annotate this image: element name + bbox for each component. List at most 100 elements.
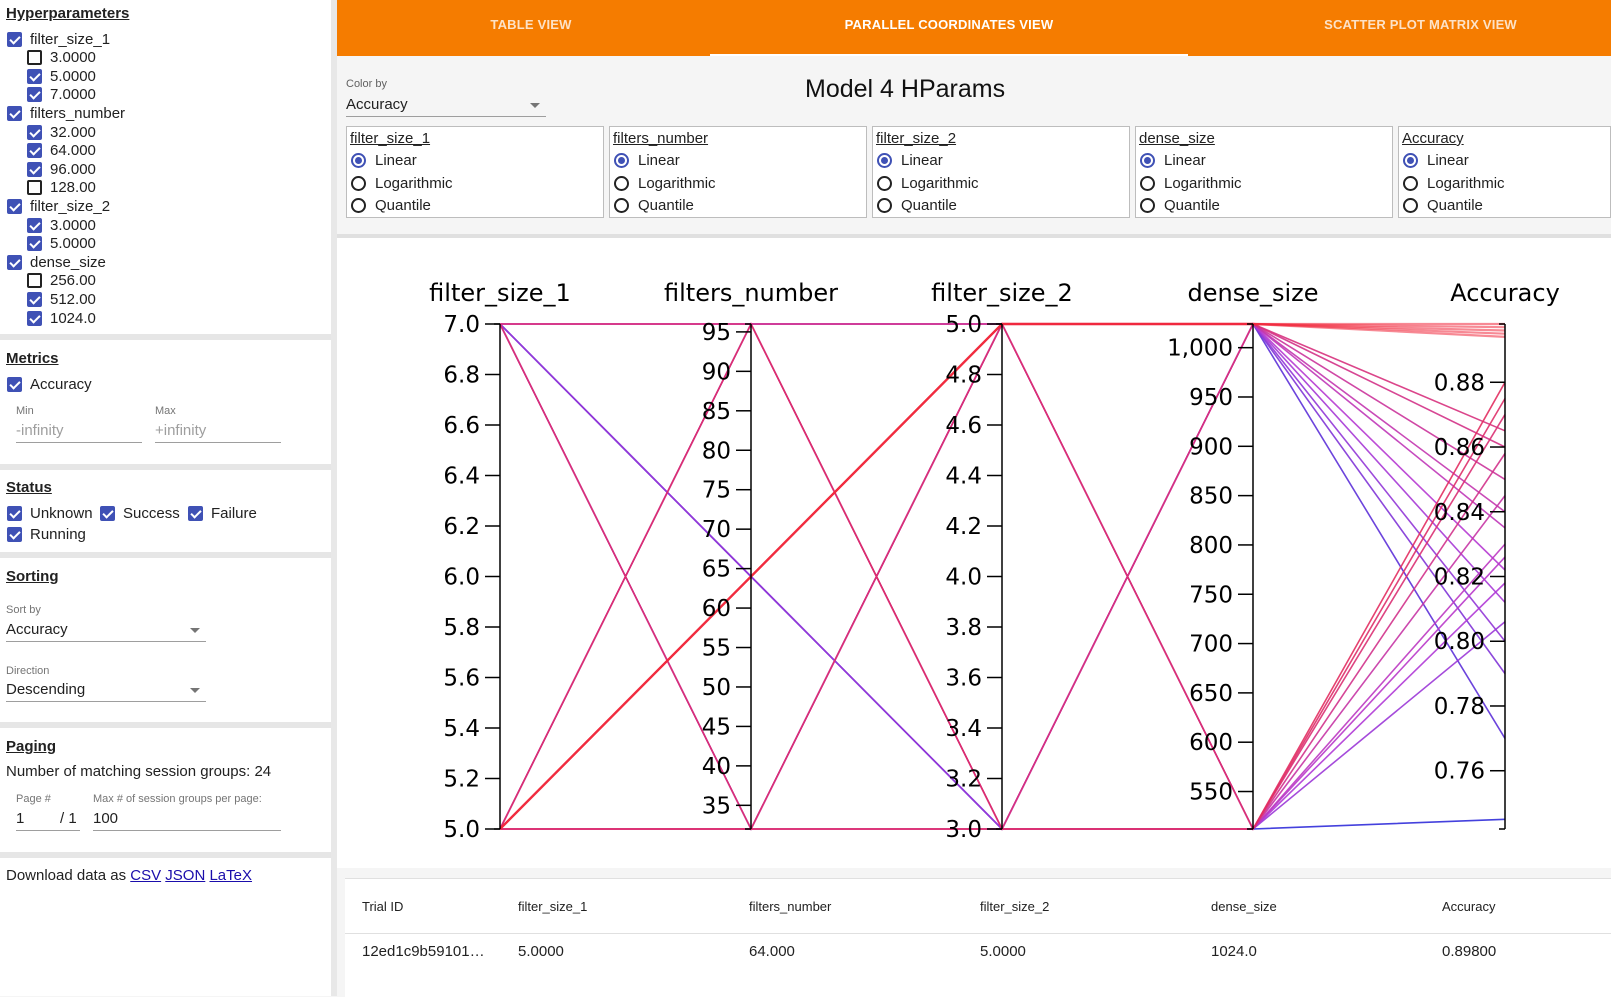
tab-table-view[interactable]: TABLE VIEW (337, 0, 725, 56)
scale-option-logarithmic[interactable]: Logarithmic (1140, 175, 1242, 192)
checkbox-icon[interactable] (7, 31, 22, 47)
scale-option-quantile[interactable]: Quantile (351, 197, 431, 214)
direction-select[interactable]: Descending (6, 679, 206, 702)
checkbox-icon[interactable] (27, 291, 42, 307)
column-header-filter-size-2[interactable]: filter_size_2 (980, 899, 1049, 914)
column-header-dense-size[interactable]: dense_size (1211, 899, 1277, 914)
checkbox-icon[interactable] (27, 143, 42, 159)
hparam-value-label: 256.00 (50, 272, 96, 290)
color-by-value: Accuracy (346, 96, 408, 113)
hparam-filter-size-1-checkbox[interactable]: filter_size_1 (7, 30, 110, 48)
radio-icon[interactable] (1140, 175, 1155, 191)
checkbox-icon[interactable] (27, 161, 42, 177)
scale-option-label: Linear (375, 152, 417, 169)
column-header-filters-number[interactable]: filters_number (749, 899, 831, 914)
hparam-value-checkbox[interactable]: 256.00 (27, 272, 96, 290)
download-latex-link[interactable]: LaTeX (209, 867, 252, 884)
checkbox-icon[interactable] (7, 254, 22, 270)
hparam-value-checkbox[interactable]: 5.0000 (27, 235, 96, 253)
hparam-value-checkbox[interactable]: 3.0000 (27, 49, 96, 67)
download-csv-link[interactable]: CSV (130, 867, 161, 884)
hparam-value-checkbox[interactable]: 32.000 (27, 123, 96, 141)
scale-option-linear[interactable]: Linear (614, 152, 680, 169)
hparam-dense-size-checkbox[interactable]: dense_size (7, 253, 106, 271)
radio-icon[interactable] (614, 198, 629, 213)
tab-parallel-coordinates-view[interactable]: PARALLEL COORDINATES VIEW (710, 0, 1188, 56)
checkbox-icon[interactable] (27, 50, 42, 66)
radio-icon[interactable] (877, 153, 892, 168)
sort-by-label: Sort by (6, 604, 41, 616)
checkbox-icon[interactable] (100, 505, 115, 521)
scale-option-quantile[interactable]: Quantile (1403, 197, 1483, 214)
hparam-value-checkbox[interactable]: 7.0000 (27, 86, 96, 104)
radio-icon[interactable] (1403, 153, 1418, 168)
checkbox-icon[interactable] (27, 180, 42, 196)
status-unknown-checkbox[interactable]: Unknown (7, 504, 93, 522)
status-running-checkbox[interactable]: Running (7, 525, 86, 543)
radio-icon[interactable] (1140, 153, 1155, 168)
metric-accuracy-checkbox[interactable]: Accuracy (7, 375, 92, 393)
hparam-value-checkbox[interactable]: 96.000 (27, 160, 96, 178)
checkbox-icon[interactable] (7, 526, 22, 542)
radio-icon[interactable] (877, 175, 892, 191)
hparam-value-checkbox[interactable]: 5.0000 (27, 67, 96, 85)
checkbox-icon[interactable] (27, 236, 42, 252)
radio-icon[interactable] (351, 153, 366, 168)
checkbox-icon[interactable] (7, 376, 22, 392)
scale-option-logarithmic[interactable]: Logarithmic (351, 175, 453, 192)
radio-icon[interactable] (1403, 198, 1418, 213)
hparam-value-checkbox[interactable]: 3.0000 (27, 216, 96, 234)
radio-icon[interactable] (614, 153, 629, 168)
hparam-filters-number-checkbox[interactable]: filters_number (7, 104, 125, 122)
scale-option-linear[interactable]: Linear (1140, 152, 1206, 169)
column-header-accuracy[interactable]: Accuracy (1442, 899, 1495, 914)
checkbox-icon[interactable] (27, 124, 42, 140)
radio-icon[interactable] (351, 175, 366, 191)
hparam-value-checkbox[interactable]: 512.00 (27, 290, 96, 308)
radio-icon[interactable] (351, 198, 366, 213)
page-number-input[interactable]: 1 / 1 (16, 808, 80, 831)
scale-option-quantile[interactable]: Quantile (614, 197, 694, 214)
scale-option-quantile[interactable]: Quantile (1140, 197, 1220, 214)
checkbox-icon[interactable] (27, 87, 42, 103)
column-header-trial-id[interactable]: Trial ID (362, 899, 403, 914)
radio-icon[interactable] (877, 198, 892, 213)
axis-title: filter_size_2 (931, 279, 1073, 307)
scale-option-linear[interactable]: Linear (877, 152, 943, 169)
color-by-select[interactable]: Accuracy (346, 94, 546, 117)
status-failure-checkbox[interactable]: Failure (188, 504, 257, 522)
hparam-filter-size-2-checkbox[interactable]: filter_size_2 (7, 197, 110, 215)
scale-option-linear[interactable]: Linear (1403, 152, 1469, 169)
checkbox-icon[interactable] (27, 310, 42, 326)
checkbox-icon[interactable] (27, 68, 42, 84)
column-header-filter-size-1[interactable]: filter_size_1 (518, 899, 587, 914)
scale-option-logarithmic[interactable]: Logarithmic (614, 175, 716, 192)
radio-icon[interactable] (614, 175, 629, 191)
checkbox-icon[interactable] (7, 198, 22, 214)
hparam-value-checkbox[interactable]: 1024.0 (27, 309, 96, 327)
radio-icon[interactable] (1140, 198, 1155, 213)
status-unknown-label: Unknown (30, 504, 93, 522)
scale-option-logarithmic[interactable]: Logarithmic (1403, 175, 1505, 192)
scale-option-linear[interactable]: Linear (351, 152, 417, 169)
tab-scatter-plot-matrix-view[interactable]: SCATTER PLOT MATRIX VIEW (1188, 0, 1611, 56)
sort-by-value: Accuracy (6, 621, 68, 638)
axis-tick-label: 5.8 (443, 615, 480, 641)
scale-option-logarithmic[interactable]: Logarithmic (877, 175, 979, 192)
sort-by-select[interactable]: Accuracy (6, 619, 206, 642)
parallel-coordinates-chart[interactable]: filter_size_1 5.0 5.2 5.4 5.6 5.8 6.0 6.2 6.4 6.6… (337, 238, 1611, 868)
metric-max-input[interactable]: +infinity (155, 420, 281, 443)
metric-min-input[interactable]: -infinity (16, 420, 142, 443)
hparam-value-checkbox[interactable]: 64.000 (27, 142, 96, 160)
checkbox-icon[interactable] (7, 105, 22, 121)
download-json-link[interactable]: JSON (165, 867, 205, 884)
status-success-checkbox[interactable]: Success (100, 504, 180, 522)
hparam-value-checkbox[interactable]: 128.00 (27, 179, 96, 197)
checkbox-icon[interactable] (188, 505, 203, 521)
max-groups-input[interactable]: 100 (93, 808, 281, 831)
scale-option-quantile[interactable]: Quantile (877, 197, 957, 214)
checkbox-icon[interactable] (7, 505, 22, 521)
checkbox-icon[interactable] (27, 217, 42, 233)
radio-icon[interactable] (1403, 175, 1418, 191)
checkbox-icon[interactable] (27, 273, 42, 289)
